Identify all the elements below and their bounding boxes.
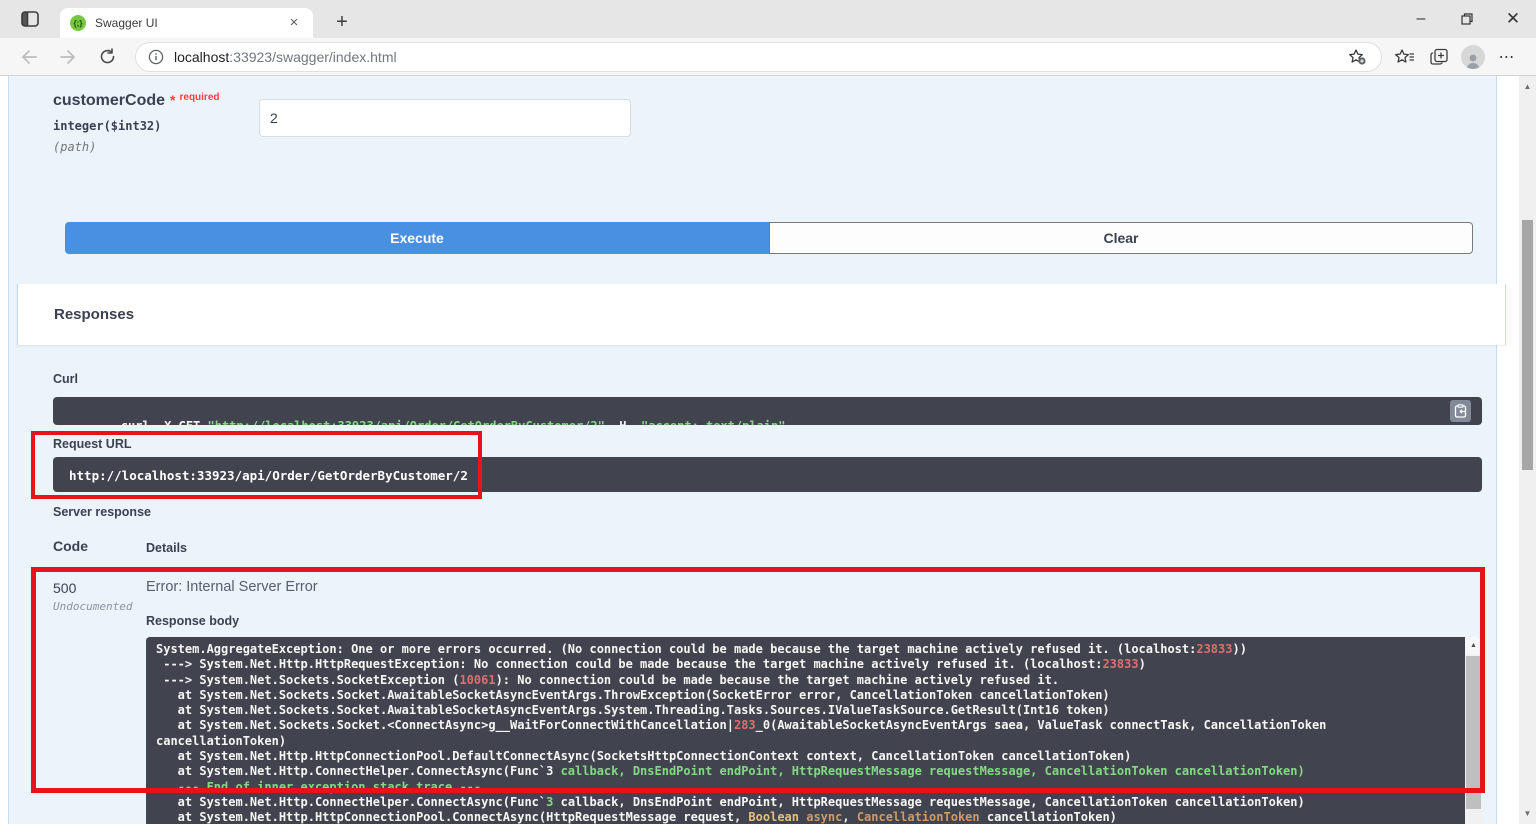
curl-command: curl -X GET "http://localhost:33923/api/… [121, 419, 786, 425]
customer-code-input[interactable] [259, 99, 631, 137]
swagger-page: customerCode*required integer($int32) (p… [0, 76, 1519, 824]
response-body-block[interactable]: System.AggregateException: One or more e… [146, 637, 1482, 824]
url-host: localhost [174, 49, 229, 65]
curl-label: Curl [53, 372, 78, 386]
copy-to-clipboard-icon[interactable] [1450, 400, 1471, 422]
new-tab-button[interactable]: + [328, 8, 356, 36]
response-body-label: Response body [146, 614, 239, 628]
add-favorite-icon[interactable] [1340, 42, 1374, 72]
server-response-label: Server response [53, 505, 151, 519]
page-scroll-up-icon[interactable]: ▲ [1519, 78, 1536, 95]
responses-heading: Responses [54, 306, 134, 323]
response-body-scrollbar[interactable]: ▲ [1465, 637, 1482, 824]
details-column-header: Details [146, 541, 187, 555]
profile-avatar[interactable] [1456, 42, 1490, 72]
scroll-up-icon[interactable]: ▲ [1465, 637, 1482, 654]
tab-layout-icon[interactable] [16, 7, 44, 31]
response-description: Error: Internal Server Error [146, 579, 318, 595]
url-path: :33923/swagger/index.html [229, 49, 396, 65]
page-viewport: customerCode*required integer($int32) (p… [0, 76, 1536, 824]
page-scroll-down-icon[interactable]: ▼ [1519, 805, 1536, 822]
forward-icon[interactable] [53, 42, 83, 72]
swagger-favicon-icon: {;} [70, 15, 86, 31]
browser-titlebar: {;} Swagger UI × + – ✕ [0, 0, 1536, 38]
browser-toolbar: localhost:33923/swagger/index.html ⋯ [0, 38, 1536, 76]
page-scrollbar[interactable]: ▲ ▼ [1519, 76, 1536, 824]
execute-button[interactable]: Execute [65, 222, 769, 254]
curl-block: curl -X GET "http://localhost:33923/api/… [53, 397, 1482, 425]
refresh-icon[interactable] [92, 42, 122, 72]
undocumented-label: Undocumented [53, 600, 132, 613]
address-bar[interactable]: localhost:33923/swagger/index.html [135, 42, 1382, 72]
request-url-label: Request URL [53, 437, 131, 451]
swagger-opblock: customerCode*required integer($int32) (p… [8, 76, 1497, 824]
window-restore-button[interactable] [1444, 0, 1490, 38]
parameter-name: customerCode*required [53, 92, 220, 110]
settings-menu-icon[interactable]: ⋯ [1490, 42, 1524, 72]
parameter-type: integer($int32) [53, 119, 161, 133]
page-scrollbar-thumb[interactable] [1522, 220, 1533, 470]
stack-trace: System.AggregateException: One or more e… [146, 637, 1465, 824]
code-column-header: Code [53, 538, 88, 554]
window-minimize-button[interactable]: – [1398, 0, 1444, 38]
tab-close-icon[interactable]: × [285, 14, 303, 32]
browser-tab[interactable]: {;} Swagger UI × [60, 8, 313, 38]
status-code: 500 [53, 580, 76, 596]
clear-button[interactable]: Clear [769, 222, 1473, 254]
tab-title: Swagger UI [95, 16, 285, 30]
response-scrollbar-thumb[interactable] [1466, 656, 1481, 809]
favorites-bar-icon[interactable] [1388, 42, 1422, 72]
required-star: * [170, 92, 175, 108]
required-label: required [179, 92, 219, 103]
responses-section-header: Responses [17, 284, 1506, 345]
parameter-location: (path) [53, 140, 96, 154]
window-close-button[interactable]: ✕ [1490, 0, 1536, 38]
back-icon[interactable] [14, 42, 44, 72]
collections-icon[interactable] [1422, 42, 1456, 72]
request-url-value: http://localhost:33923/api/Order/GetOrde… [53, 457, 1482, 492]
site-info-icon[interactable] [148, 49, 164, 65]
